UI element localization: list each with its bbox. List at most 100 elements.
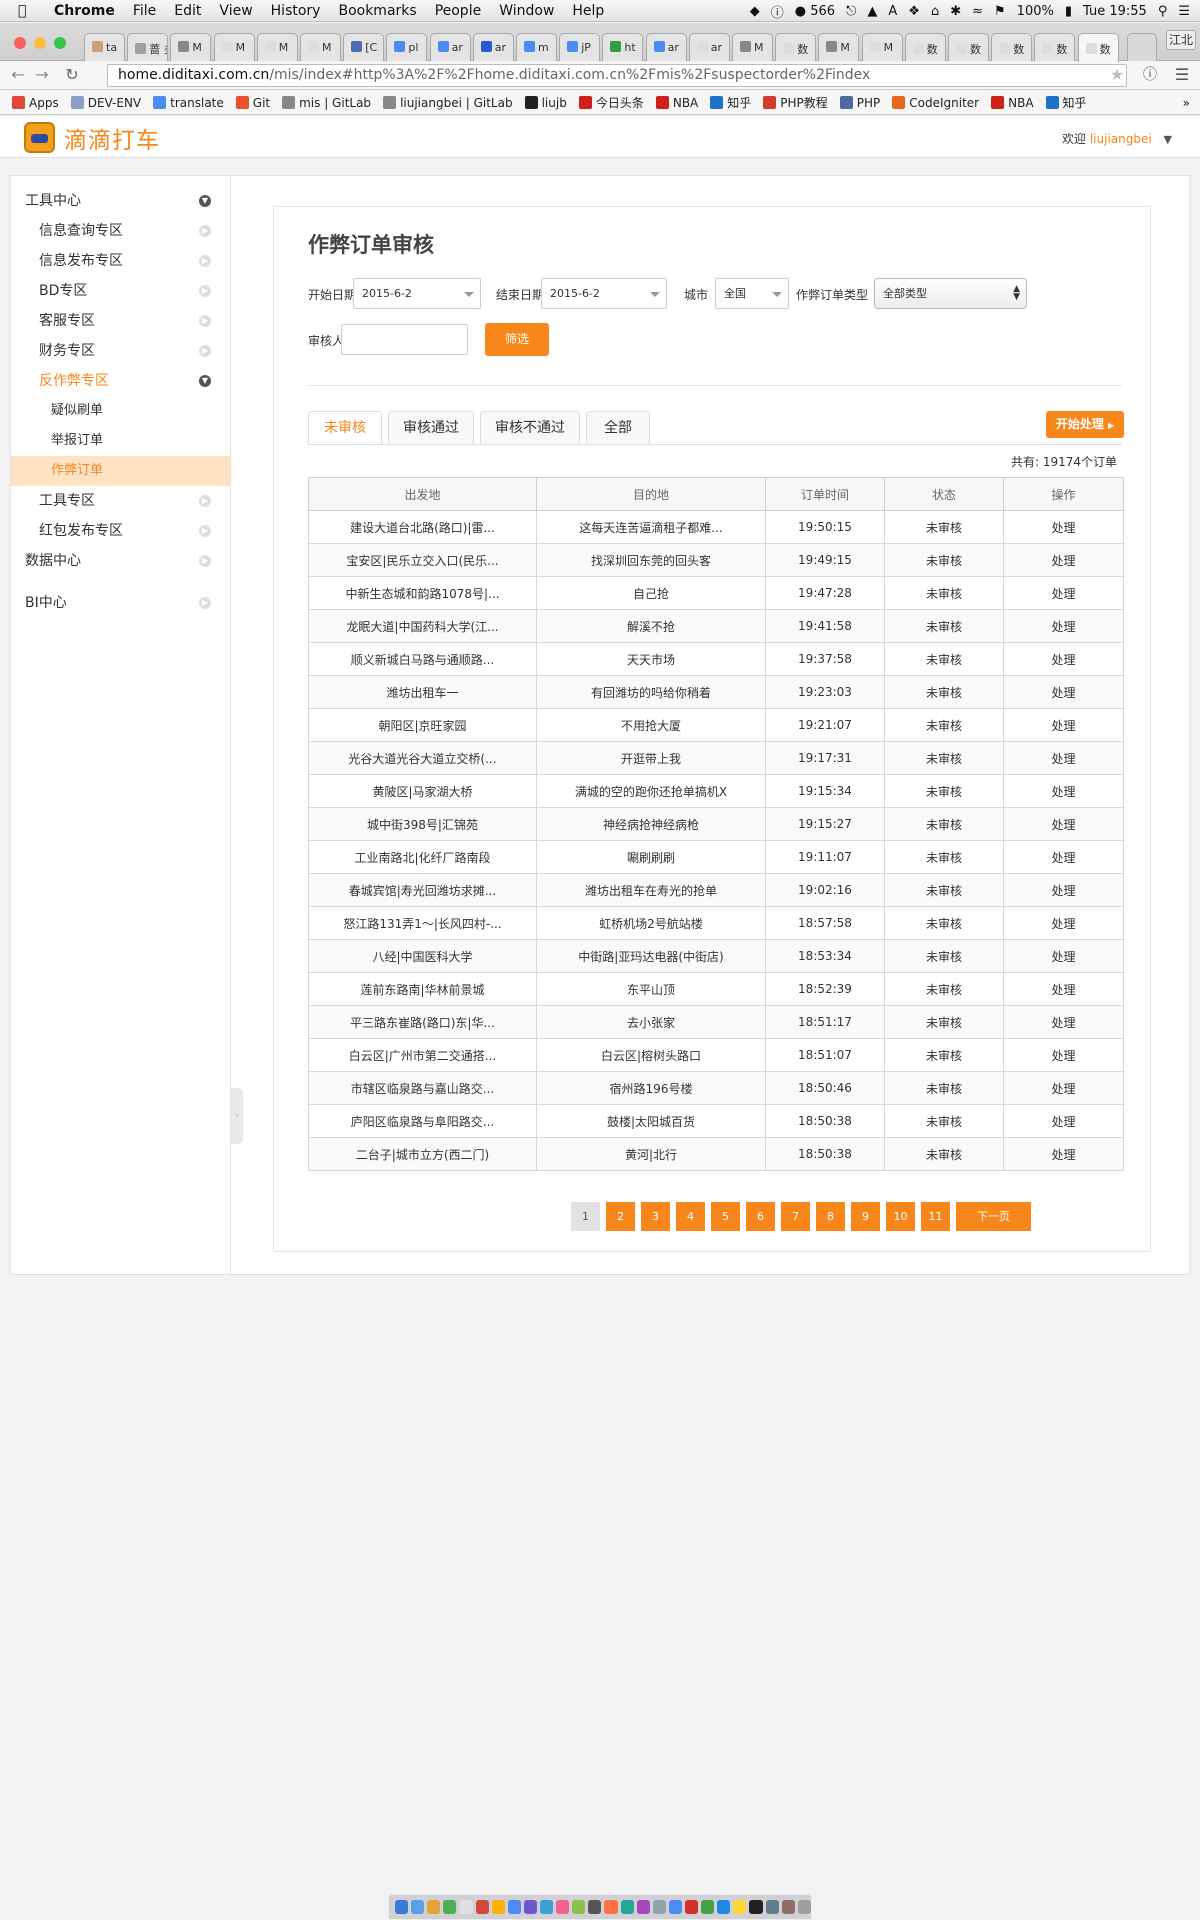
menu-window[interactable]: Window [499,3,554,19]
process-link[interactable]: 处理 [1003,1137,1124,1171]
bookmark-item[interactable]: PHP教程 [763,94,828,111]
page-info-icon[interactable]: ⓘ [1138,64,1162,88]
dock-app-icon[interactable] [717,1900,731,1914]
sidebar-item[interactable]: 工具中心 ▼ [11,186,231,216]
dock-app-icon[interactable] [556,1900,570,1914]
dock-app-icon[interactable] [620,1900,634,1914]
process-link[interactable]: 处理 [1003,741,1124,775]
dock-app-icon[interactable] [539,1900,554,1914]
dropbox-icon[interactable]: ❖ [908,4,920,19]
caret-down-icon[interactable]: ▼ [1164,133,1172,146]
dock-app-icon[interactable] [604,1900,618,1914]
browser-tab[interactable]: 数 [991,33,1033,61]
browser-tab[interactable]: jP [559,33,601,61]
browser-tab[interactable]: M [300,33,341,61]
browser-tab[interactable]: M [732,33,773,61]
minimize-window-icon[interactable] [34,37,46,49]
process-link[interactable]: 处理 [1003,609,1124,643]
page-button-3[interactable]: 3 [641,1202,670,1231]
profile-button[interactable]: 江北 [1166,30,1196,50]
menu-help[interactable]: Help [572,3,604,19]
tab-all[interactable]: 全部 [586,411,650,444]
process-link[interactable]: 处理 [1003,708,1124,742]
bookmark-item[interactable]: mis | GitLab [282,96,371,110]
home-icon[interactable]: ⌂ [931,4,939,19]
menu-edit[interactable]: Edit [174,3,201,19]
sidebar-collapse-handle[interactable]: ‹ [231,1088,243,1144]
page-button-6[interactable]: 6 [746,1202,775,1231]
process-link[interactable]: 处理 [1003,840,1124,874]
cheat-type-select[interactable]: 全部类型 ▲ ▼ [874,278,1027,309]
reviewer-input[interactable] [341,324,468,355]
page-button-8[interactable]: 8 [816,1202,845,1231]
close-window-icon[interactable] [14,37,26,49]
battery-percent[interactable]: 100% [1017,4,1054,19]
bookmark-item[interactable]: translate [153,96,224,110]
sidebar-item[interactable]: 反作弊专区 ▼ [11,366,231,396]
sidebar-item[interactable]: 数据中心 ▶ [11,546,231,576]
evernote-icon[interactable]: ◆ [750,4,760,19]
sidebar-item[interactable]: 红包发布专区 ▶ [11,516,231,546]
bookmark-star-icon[interactable]: ★ [1105,64,1129,88]
menu-file[interactable]: File [133,3,156,19]
bookmark-item[interactable]: DEV-ENV [70,96,141,110]
menu-bookmarks[interactable]: Bookmarks [338,3,416,19]
reload-icon[interactable]: ↻ [60,64,84,88]
clock[interactable]: Tue 19:55 [1083,4,1147,19]
process-link[interactable]: 处理 [1003,972,1124,1006]
sidebar-item[interactable]: 举报订单 [11,426,231,456]
browser-tab[interactable]: M [170,33,212,61]
browser-tab[interactable]: ar [688,33,730,61]
sidebar-item[interactable]: 疑似刷单 [11,396,231,426]
dock-app-icon[interactable] [443,1900,457,1914]
dock-app-icon[interactable] [572,1900,586,1914]
process-link[interactable]: 处理 [1003,939,1124,973]
battery-icon[interactable]: ▮ [1065,4,1072,19]
dock-app-icon[interactable] [781,1900,795,1914]
dock-app-icon[interactable] [395,1900,409,1914]
bookmark-item[interactable]: Git [235,96,270,110]
apple-icon[interactable]:  [18,3,40,19]
browser-tab[interactable]: M [256,33,298,61]
page-button-10[interactable]: 10 [886,1202,915,1231]
tab-approved[interactable]: 审核通过 [388,411,474,444]
lock-icon[interactable]: ⎋ [846,4,856,19]
adobe-icon[interactable]: A [888,4,897,19]
info-icon[interactable]: ⓘ [771,2,784,21]
page-button-9[interactable]: 9 [851,1202,880,1231]
page-button-1[interactable]: 1 [571,1202,600,1231]
dock-app-icon[interactable] [749,1900,763,1914]
zoom-window-icon[interactable] [54,37,66,49]
browser-tab[interactable]: 数 [948,33,989,61]
spotlight-search-icon[interactable]: ⚲ [1158,4,1168,19]
wifi-icon[interactable]: ≈ [972,4,983,19]
browser-tab[interactable]: M [861,33,903,61]
browser-tab[interactable]: M [818,33,860,61]
process-link[interactable]: 处理 [1003,675,1124,709]
process-link[interactable]: 处理 [1003,774,1124,808]
browser-tab[interactable]: 数 [775,33,817,61]
username[interactable]: liujiangbei [1090,132,1152,146]
browser-tab[interactable]: ar [429,33,471,61]
browser-tab[interactable]: ht [602,33,644,61]
menu-app-name[interactable]: Chrome [54,3,115,19]
site-logo-text[interactable]: 滴滴打车 [64,121,160,155]
dock-app-icon[interactable] [491,1900,505,1914]
dock-app-icon[interactable] [684,1900,699,1914]
dock-app-icon[interactable] [459,1900,473,1914]
notification-center-icon[interactable]: ☰ [1178,4,1190,19]
city-select[interactable]: 全国 [715,278,789,309]
bookmark-item[interactable]: PHP [839,96,880,110]
sidebar-item[interactable]: BI中心 ▶ [11,588,231,618]
tab-rejected[interactable]: 审核不通过 [480,411,580,444]
browser-tab[interactable]: 数 [904,33,946,61]
dock-app-icon[interactable] [475,1900,489,1914]
process-link[interactable]: 处理 [1003,873,1124,907]
bookmark-item[interactable]: 今日头条 [578,94,644,111]
bookmark-item[interactable]: liujiangbei | GitLab [383,96,513,110]
bookmark-item[interactable]: liujb [524,96,567,110]
dock-app-icon[interactable] [636,1900,650,1914]
sidebar-item[interactable]: 信息查询专区 ▶ [11,216,231,246]
filter-button[interactable]: 筛选 [485,323,549,356]
chrome-menu-icon[interactable]: ☰ [1170,64,1194,88]
